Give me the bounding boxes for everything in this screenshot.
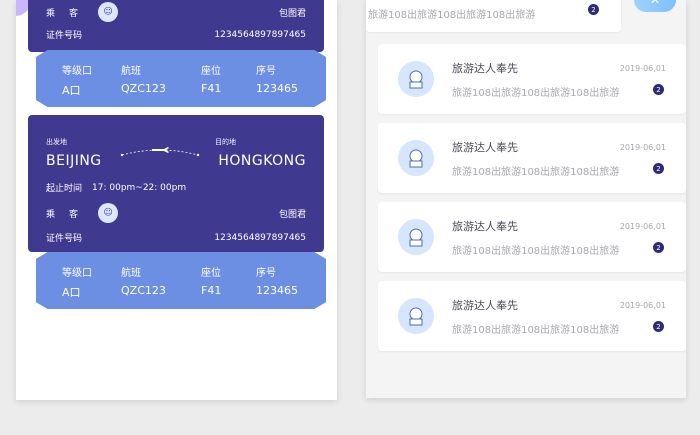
unread-badge: 2 <box>653 163 664 174</box>
id-label: 证件号码 <box>46 31 83 41</box>
grade-value: A口 <box>62 84 81 97</box>
passenger-name: 包图君 <box>278 209 306 220</box>
id-value: 1234564897897465 <box>214 232 306 243</box>
flight-header: 航班 <box>121 268 141 279</box>
message-preview: 旅游108出旅游108出旅游108出旅游 <box>452 325 620 336</box>
seat-value: F41 <box>201 82 222 95</box>
mascot-icon <box>409 149 423 168</box>
sender-name: 旅游达人奉先 <box>452 141 518 154</box>
time-label: 起止时间 <box>46 184 83 194</box>
message-preview: 旅游108出旅游108出旅游108出旅游 <box>452 88 620 99</box>
passenger-name: 包图君 <box>278 8 306 19</box>
message-preview: 旅游108出旅游108出旅游108出旅游 <box>452 167 620 178</box>
ticket-card[interactable]: 出发地 目的地 BEIJING HONGKONG 起止时间 17: 00pm~2… <box>28 115 324 252</box>
unread-badge: 2 <box>653 321 664 332</box>
mascot-icon <box>409 307 423 326</box>
avatar <box>398 219 434 255</box>
close-icon[interactable]: ✕ <box>634 0 676 12</box>
mascot-icon <box>409 70 423 89</box>
grade-value: A口 <box>62 286 81 299</box>
messages-screen: 旅游108出旅游108出旅游108出旅游 2 旅游达人奉先 旅游108出旅游10… <box>366 0 686 398</box>
serial-header: 序号 <box>256 66 276 77</box>
id-label: 证件号码 <box>46 234 83 244</box>
grade-header: 等级口 <box>62 66 92 77</box>
passenger-label: 乘客 <box>46 8 93 19</box>
to-city: HONGKONG <box>218 153 306 169</box>
id-value: 1234564897897465 <box>214 29 306 40</box>
avatar: ☺ <box>98 2 119 22</box>
ticket-card-top[interactable]: 乘客 ☺ 包图君 证件号码 1234564897897465 <box>28 0 324 52</box>
seat-value: F41 <box>201 284 222 297</box>
avatar: ☺ <box>98 203 119 223</box>
seat-header: 座位 <box>201 268 221 279</box>
message-date: 2019-06,01 <box>619 143 666 152</box>
flight-header: 航班 <box>121 66 141 77</box>
seat-info-band: 等级口 航班 座位 序号 A口 QZC123 F41 123465 <box>36 50 326 107</box>
from-label: 出发地 <box>46 138 67 146</box>
message-preview: 旅游108出旅游108出旅游108出旅游 <box>452 246 620 257</box>
serial-value: 123465 <box>256 82 298 95</box>
unread-badge: 2 <box>653 242 664 253</box>
message-preview: 旅游108出旅游108出旅游108出旅游 <box>368 10 536 21</box>
serial-value: 123465 <box>256 284 298 297</box>
avatar <box>398 140 434 176</box>
message-card[interactable]: 旅游达人奉先 旅游108出旅游108出旅游108出旅游 2019-06,01 2 <box>378 281 686 351</box>
passenger-row: 乘客 ☺ <box>46 203 119 223</box>
serial-header: 序号 <box>256 268 276 279</box>
seat-info-band: 等级口 航班 座位 序号 A口 QZC123 F41 123465 <box>36 252 326 309</box>
passenger-row: 乘客 ☺ <box>46 2 119 22</box>
avatar <box>398 61 434 97</box>
message-date: 2019-06,01 <box>619 301 666 310</box>
time-value: 17: 00pm~22: 00pm <box>92 182 187 193</box>
seat-header: 座位 <box>201 66 221 77</box>
sender-name: 旅游达人奉先 <box>452 299 518 312</box>
mascot-icon <box>409 228 423 247</box>
flight-value: QZC123 <box>121 82 166 95</box>
sender-name: 旅游达人奉先 <box>452 220 518 233</box>
message-card[interactable]: 旅游108出旅游108出旅游108出旅游 2 <box>366 0 621 32</box>
message-card[interactable]: 旅游达人奉先 旅游108出旅游108出旅游108出旅游 2019-06,01 2 <box>378 123 686 193</box>
passenger-label: 乘客 <box>46 209 93 220</box>
message-card[interactable]: 旅游达人奉先 旅游108出旅游108出旅游108出旅游 2019-06,01 2 <box>378 202 686 272</box>
unread-badge: 2 <box>653 84 664 95</box>
to-label: 目的地 <box>215 138 236 146</box>
avatar <box>398 298 434 334</box>
message-card[interactable]: 旅游达人奉先 旅游108出旅游108出旅游108出旅游 2019-06,01 2 <box>378 44 686 114</box>
unread-badge: 2 <box>588 4 599 15</box>
from-city: BEIJING <box>46 153 102 169</box>
message-date: 2019-06,01 <box>619 222 666 231</box>
message-date: 2019-06,01 <box>619 64 666 73</box>
sender-name: 旅游达人奉先 <box>452 62 518 75</box>
grade-header: 等级口 <box>62 268 92 279</box>
flight-value: QZC123 <box>121 284 166 297</box>
